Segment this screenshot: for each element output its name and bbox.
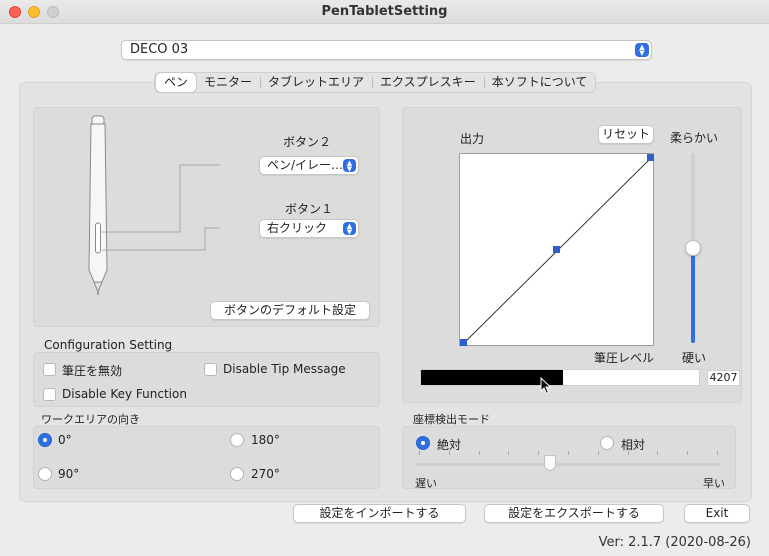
curve-point-start[interactable]: [460, 339, 467, 346]
tab-monitor[interactable]: モニター: [196, 73, 260, 92]
speed-slider-tick: [597, 451, 599, 455]
button1-select-value: 右クリック: [267, 221, 328, 235]
title-bar: PenTabletSetting: [0, 0, 769, 24]
speed-slider-tick: [478, 451, 480, 455]
absolute-mode-radio[interactable]: [416, 436, 430, 450]
orientation-180-label: 180°: [251, 433, 280, 447]
pen-illustration: [88, 115, 220, 295]
speed-slider-tick: [538, 451, 540, 455]
button1-label: ボタン１: [285, 202, 334, 216]
orientation-90-label: 90°: [58, 467, 80, 481]
reset-button[interactable]: リセット: [598, 125, 654, 144]
orientation-90-radio[interactable]: [38, 467, 52, 481]
output-label: 出力: [460, 132, 485, 146]
softness-slider-fill: [691, 248, 695, 343]
default-button-settings-button[interactable]: ボタンのデフォルト設定: [210, 301, 370, 320]
device-select-value: DECO 03: [130, 42, 189, 57]
import-settings-button[interactable]: 設定をインポートする: [293, 504, 466, 523]
speed-slider-tick: [657, 451, 659, 455]
disable-key-function-label: Disable Key Function: [62, 387, 187, 401]
disable-pressure-checkbox[interactable]: [43, 363, 56, 376]
orientation-270-label: 270°: [251, 467, 280, 481]
speed-slider-tick: [508, 451, 510, 455]
export-settings-button[interactable]: 設定をエクスポートする: [484, 504, 664, 523]
relative-mode-radio[interactable]: [600, 436, 614, 450]
disable-tip-message-checkbox[interactable]: [204, 363, 217, 376]
orientation-heading: ワークエリアの向き: [41, 413, 140, 426]
device-select[interactable]: DECO 03 ▲ ▼: [121, 40, 652, 60]
disable-key-function-checkbox[interactable]: [43, 388, 56, 401]
mouse-pointer-icon: [540, 377, 552, 395]
orientation-0-label: 0°: [58, 433, 72, 447]
slow-label: 遅い: [415, 477, 437, 490]
disable-tip-message-label: Disable Tip Message: [223, 362, 346, 376]
tab-about[interactable]: 本ソフトについて: [483, 73, 596, 92]
orientation-270-radio[interactable]: [230, 467, 244, 481]
chevron-up-down-icon: ▲ ▼: [343, 159, 356, 173]
tab-bar: ペン モニター タブレットエリア エクスプレスキー 本ソフトについて: [154, 72, 597, 93]
chevron-up-down-icon: ▲ ▼: [635, 43, 649, 57]
disable-pressure-label: 筆圧を無効: [62, 364, 123, 378]
speed-slider-tick: [448, 451, 450, 455]
tab-tablet-area[interactable]: タブレットエリア: [260, 73, 372, 92]
button2-select[interactable]: ペン/イレー… ▲ ▼: [259, 156, 359, 175]
exit-button[interactable]: Exit: [684, 504, 750, 523]
coordinate-mode-heading: 座標検出モード: [413, 413, 490, 426]
speed-slider-knob[interactable]: [543, 455, 556, 471]
speed-slider-tick: [568, 451, 569, 455]
orientation-box: [33, 426, 380, 489]
hard-label: 硬い: [682, 351, 707, 365]
pressure-curve-graph[interactable]: [459, 153, 654, 346]
button2-select-value: ペン/イレー…: [267, 158, 344, 172]
orientation-180-radio[interactable]: [230, 433, 244, 447]
relative-mode-label: 相対: [621, 438, 646, 452]
soft-label: 柔らかい: [670, 131, 719, 145]
speed-slider-tick: [627, 451, 629, 455]
app-window: PenTabletSetting DECO 03 ▲ ▼ ペン モニター タブレッ…: [0, 0, 769, 556]
speed-slider-tick: [687, 451, 689, 455]
button2-label: ボタン２: [283, 135, 332, 149]
orientation-0-radio[interactable]: [38, 433, 52, 447]
softness-slider-knob[interactable]: [685, 240, 701, 256]
speed-slider-track[interactable]: [415, 463, 721, 466]
pressure-level-label: 筆圧レベル: [594, 351, 655, 365]
pressure-level-bar: [420, 369, 700, 386]
curve-point-middle[interactable]: [553, 246, 560, 253]
tab-express-keys[interactable]: エクスプレスキー: [372, 73, 484, 92]
window-title: PenTabletSetting: [321, 4, 448, 19]
chevron-up-down-icon: ▲ ▼: [343, 222, 356, 236]
fast-label: 早い: [703, 477, 725, 490]
pressure-level-value: 4207: [707, 370, 740, 386]
curve-point-end[interactable]: [647, 154, 654, 161]
speed-slider-tick: [717, 451, 718, 455]
speed-slider-tick: [419, 451, 420, 455]
config-heading: Configuration Setting: [44, 338, 173, 352]
version-label: Ver: 2.1.7 (2020-08-26): [598, 535, 751, 550]
button1-select[interactable]: 右クリック ▲ ▼: [259, 219, 359, 238]
tab-pen[interactable]: ペン: [156, 73, 197, 92]
